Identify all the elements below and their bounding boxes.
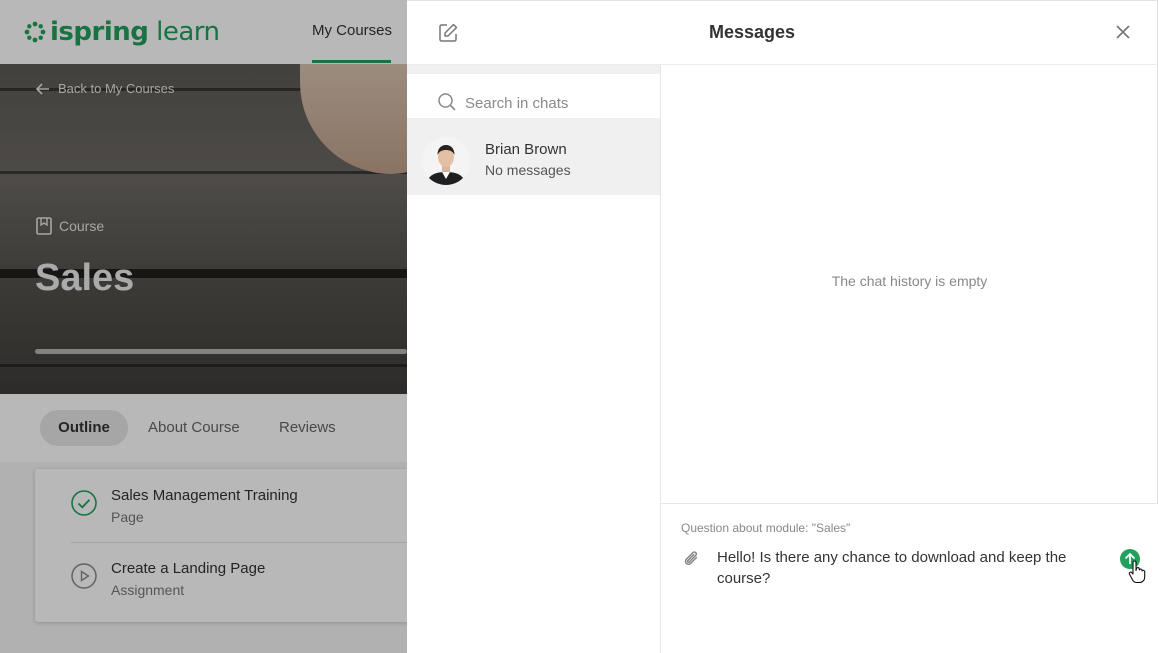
close-icon[interactable]	[1113, 22, 1133, 42]
question-context-label: Question about module: "Sales"	[681, 521, 851, 535]
modal-backdrop[interactable]	[0, 0, 407, 653]
messages-title: Messages	[709, 22, 796, 42]
divider	[407, 119, 660, 127]
chat-contact-name: Brian Brown	[485, 141, 567, 158]
user-avatar-icon	[422, 137, 470, 185]
messages-header: Messages	[407, 1, 1158, 65]
message-input[interactable]: Hello! Is there any chance to download a…	[717, 547, 1097, 597]
arrow-up-icon	[1124, 552, 1136, 564]
divider	[407, 65, 660, 73]
search-icon	[438, 93, 456, 111]
message-composer: Question about module: "Sales" Hello! Is…	[661, 503, 1158, 653]
avatar	[422, 137, 470, 185]
empty-history-text: The chat history is empty	[831, 273, 988, 289]
conversation-pane: The chat history is empty Question about…	[661, 65, 1158, 653]
chat-search	[407, 73, 660, 120]
messages-panel: Messages Search in chats Brian Brown No …	[407, 0, 1158, 653]
chat-list: Brian Brown No messages	[407, 65, 661, 653]
chat-list-item[interactable]: Brian Brown No messages	[407, 127, 660, 195]
compose-icon[interactable]	[437, 22, 459, 44]
send-button[interactable]	[1120, 549, 1140, 569]
paperclip-icon[interactable]	[681, 548, 703, 570]
search-input[interactable]	[465, 86, 645, 120]
chat-last-message: No messages	[485, 162, 571, 178]
